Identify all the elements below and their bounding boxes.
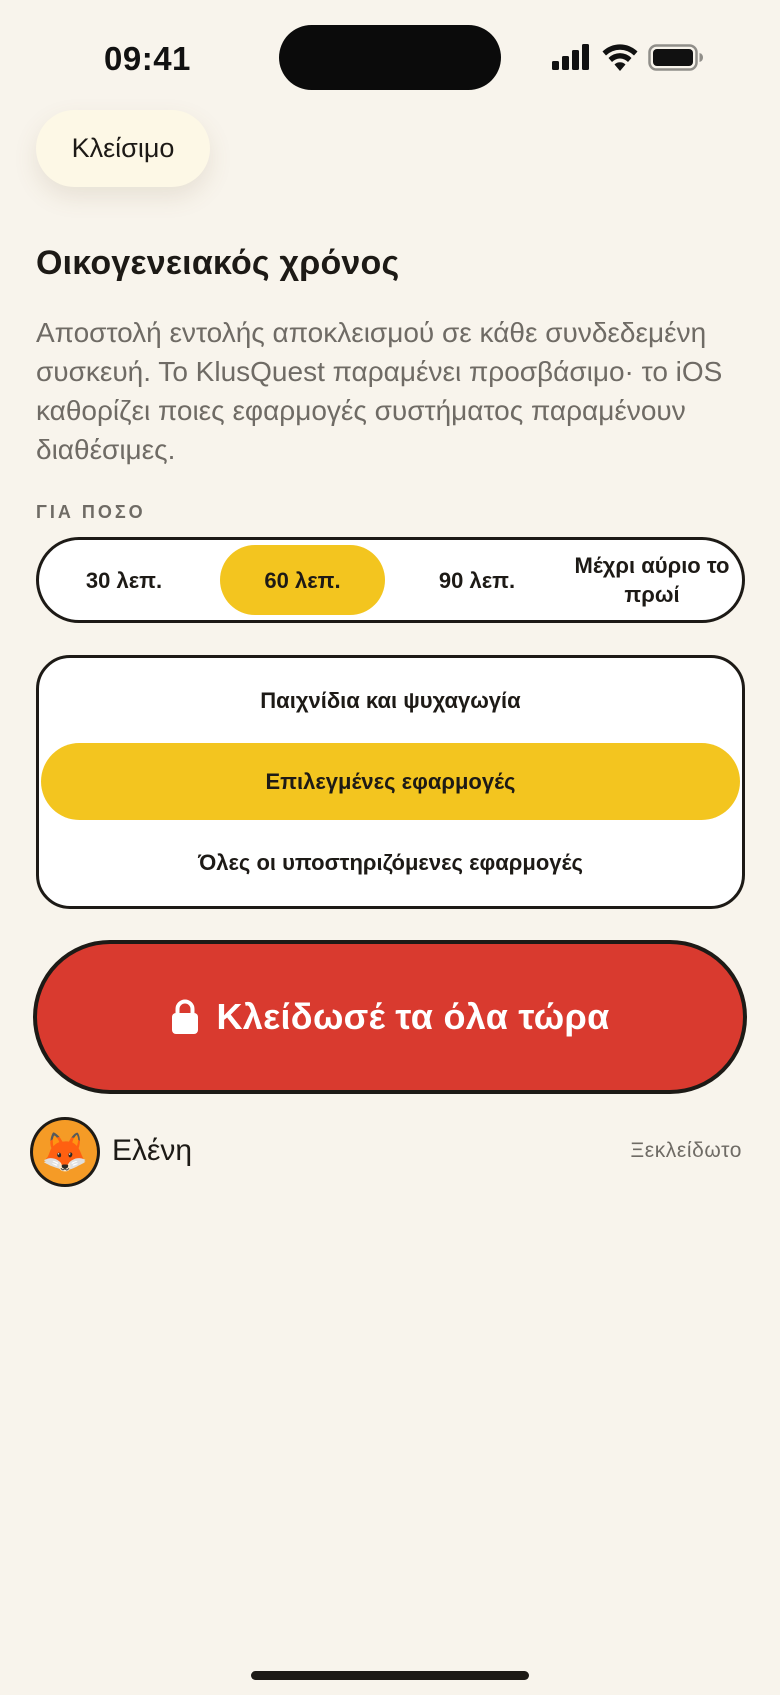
scope-option-selected-apps[interactable]: Επιλεγμένες εφαρμογές [41,743,740,820]
wifi-icon [602,43,638,71]
scope-option-all-supported-apps[interactable]: Όλες οι υποστηριζόμενες εφαρμογές [41,824,740,901]
status-bar: 09:41 [0,0,780,110]
child-name: Ελένη [112,1134,193,1167]
duration-option-30[interactable]: 30 λεπ. [47,545,201,615]
status-time: 09:41 [104,40,191,77]
page-title: Οικογενειακός χρόνος [36,244,400,282]
scope-option-games-entertainment[interactable]: Παιχνίδια και ψυχαγωγία [41,662,740,739]
home-indicator[interactable] [251,1671,529,1680]
duration-option-until-morning[interactable]: Μέχρι αύριο το πρωί [566,545,738,615]
duration-segmented-control: 30 λεπ. 60 λεπ. 90 λεπ. Μέχρι αύριο το π… [36,537,745,623]
battery-icon [648,43,704,71]
duration-option-90[interactable]: 90 λεπ. [394,545,560,615]
lock-all-now-label: Κλείδωσέ τα όλα τώρα [216,996,610,1037]
duration-option-60[interactable]: 60 λεπ. [220,545,385,615]
dynamic-island [279,25,501,90]
scope-selector: Παιχνίδια και ψυχαγωγία Επιλεγμένες εφαρ… [36,655,745,909]
child-lock-status: Ξεκλείδωτο [630,1139,742,1162]
page-description: Αποστολή εντολής αποκλεισμού σε κάθε συν… [36,317,723,465]
avatar: 🦊 [30,1117,100,1187]
lock-all-now-button[interactable]: Κλείδωσέ τα όλα τώρα [33,940,747,1094]
duration-section-label: ΓΙΑ ΠΟΣΟ [36,502,146,522]
close-button[interactable]: Κλείσιμο [36,110,210,187]
child-row[interactable]: 🦊 Ελένη Ξεκλείδωτο [30,1117,750,1187]
cellular-signal-icon [552,44,592,70]
status-icons [552,42,704,72]
lock-icon [171,999,199,1035]
fox-avatar-icon: 🦊 [33,1120,97,1184]
